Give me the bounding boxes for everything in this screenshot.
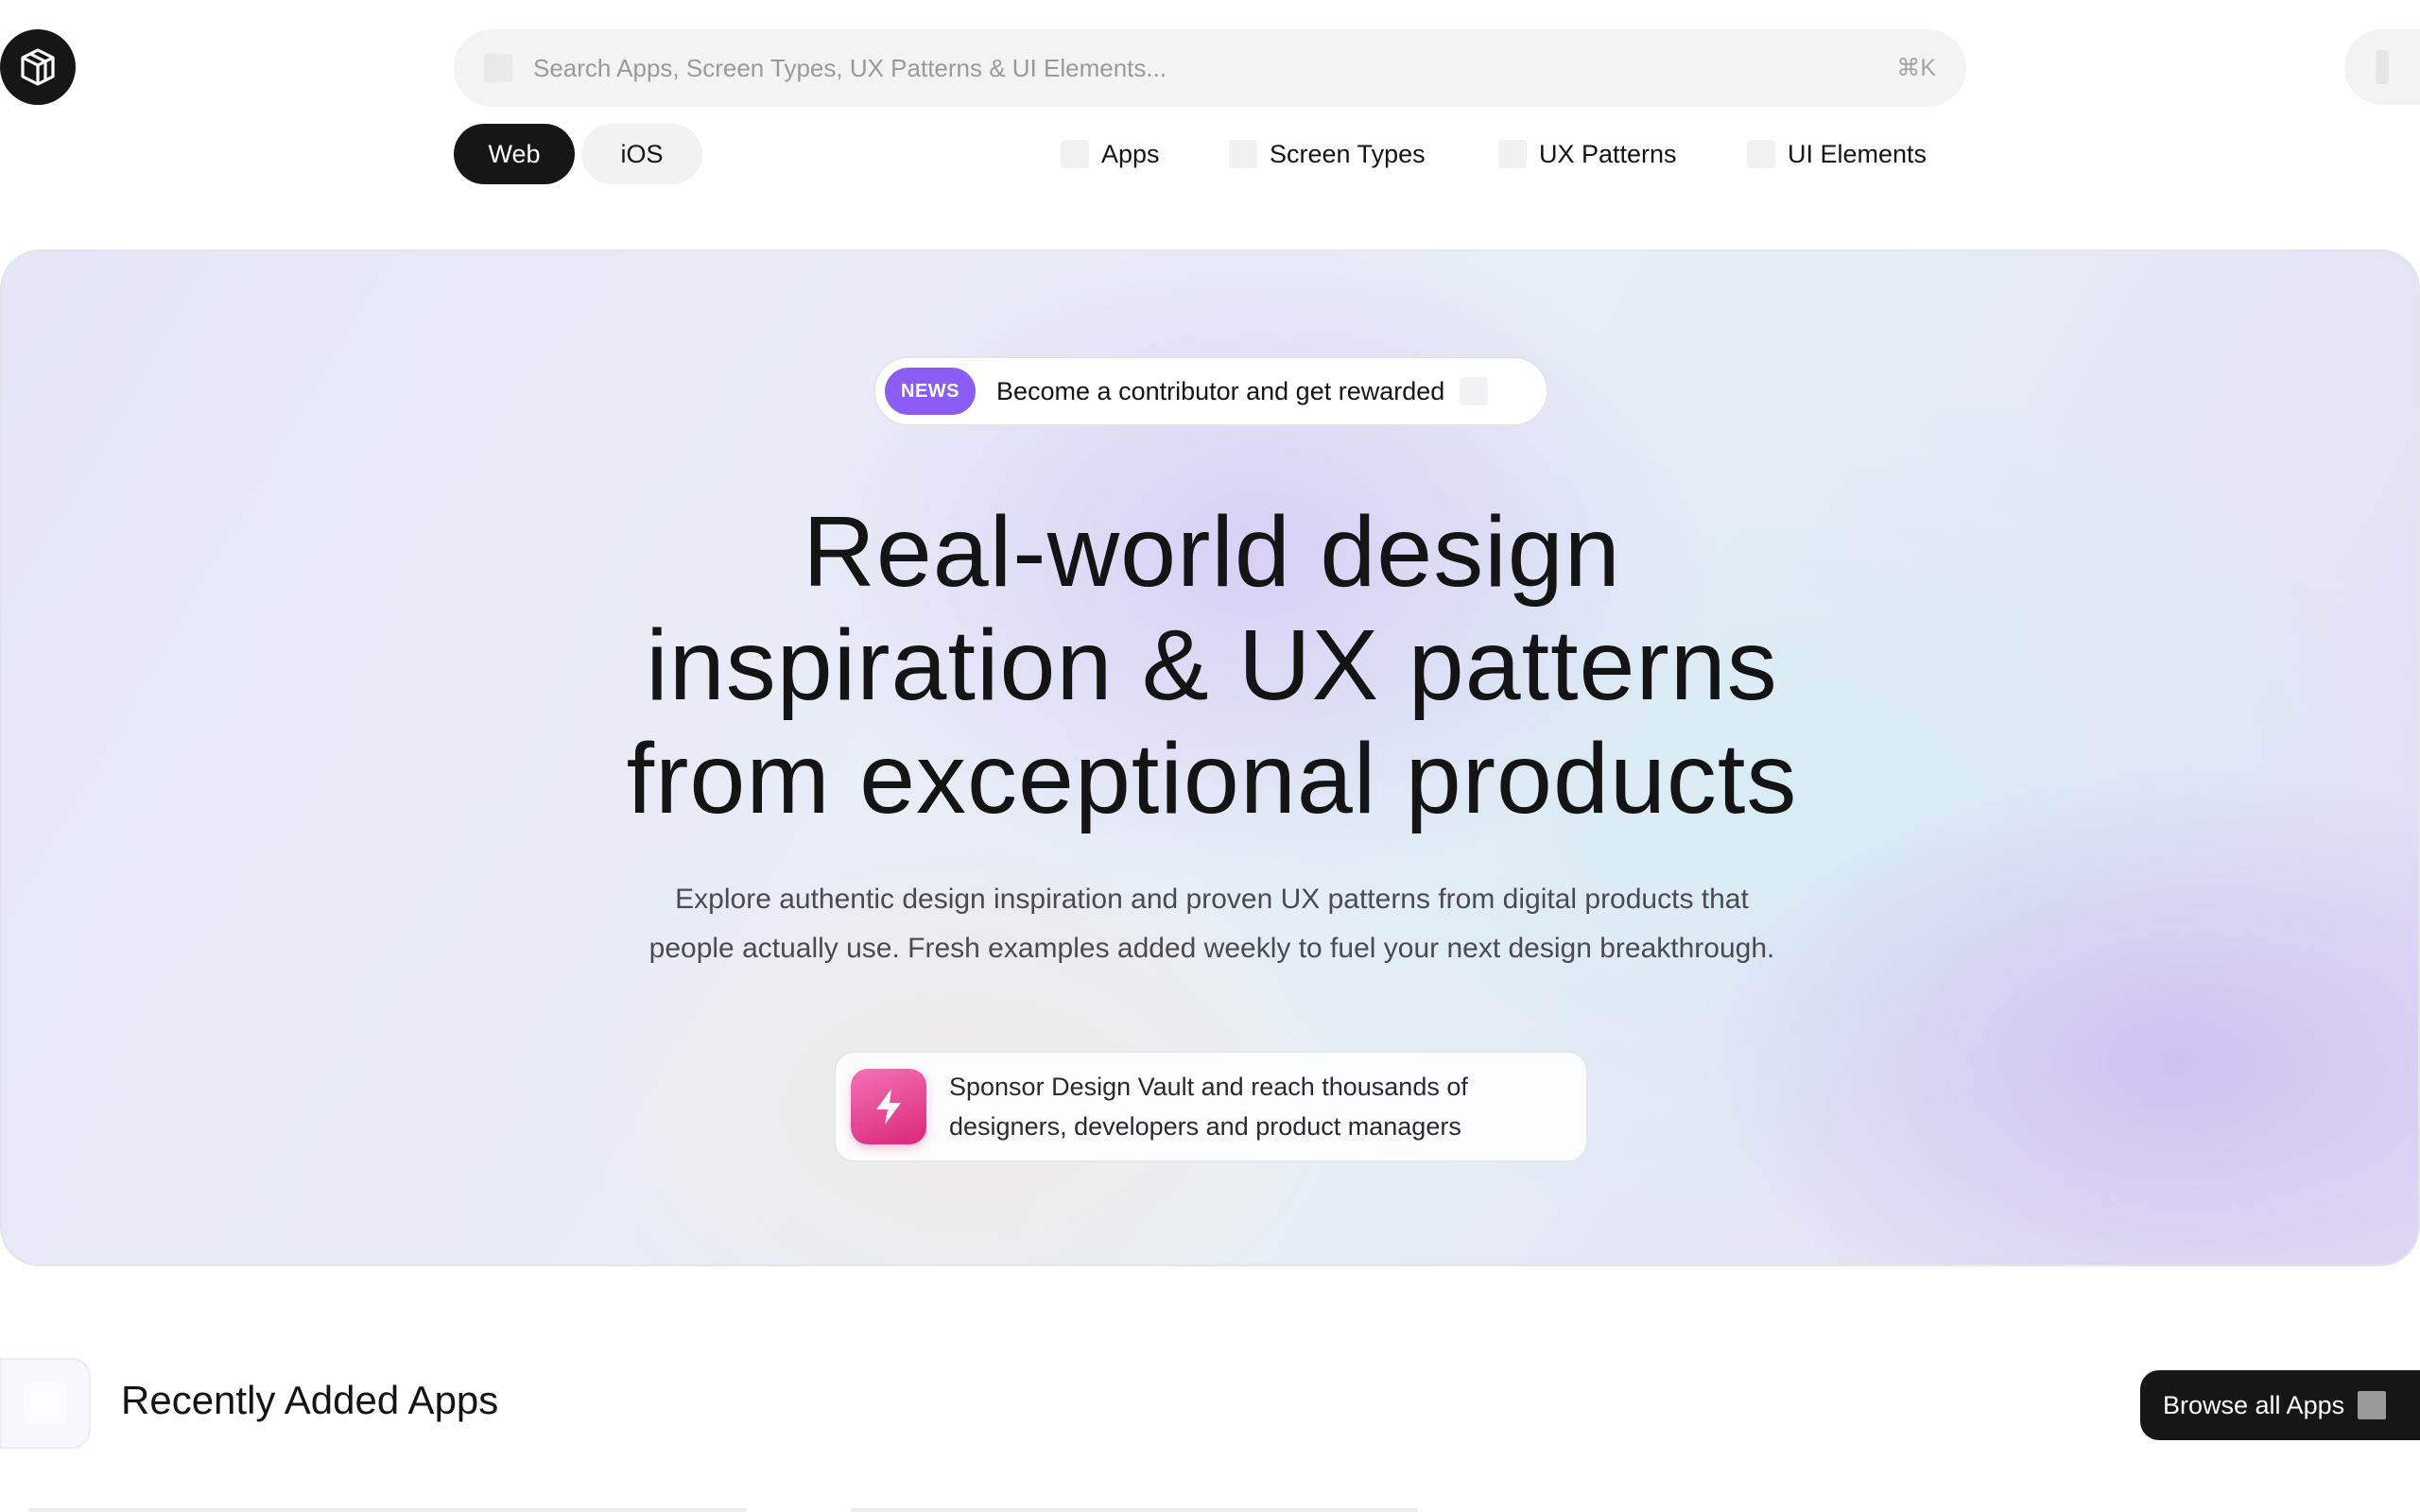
news-badge: NEWS: [885, 368, 976, 415]
lightning-bolt-icon: [851, 1069, 926, 1144]
section-title: Recently Added Apps: [121, 1378, 499, 1422]
ui-elements-icon: [1747, 140, 1775, 168]
nav-ux-patterns[interactable]: UX Patterns: [1498, 124, 1677, 184]
divider: [28, 1508, 747, 1512]
arrow-right-icon: [1460, 377, 1489, 405]
screen-types-icon: [1229, 140, 1257, 168]
search-icon: [484, 54, 512, 82]
headline-line: from exceptional products: [626, 723, 1798, 834]
nav-apps[interactable]: Apps: [1061, 124, 1160, 184]
subtitle-line: Explore authentic design inspiration and…: [675, 884, 1749, 915]
hero-section: NEWS Become a contributor and get reward…: [0, 249, 2420, 1266]
nav-apps-label: Apps: [1101, 139, 1160, 168]
apps-icon: [1061, 140, 1089, 168]
logo[interactable]: [0, 29, 76, 105]
hero-subtitle: Explore authentic design inspiration and…: [531, 875, 1893, 973]
tab-ios[interactable]: iOS: [581, 124, 702, 184]
nav-ux-patterns-label: UX Patterns: [1539, 139, 1677, 168]
browse-all-apps-button[interactable]: Browse all Apps: [2140, 1370, 2420, 1440]
headline-line: inspiration & UX patterns: [646, 610, 1778, 721]
ux-patterns-icon: [1498, 140, 1527, 168]
news-banner[interactable]: NEWS Become a contributor and get reward…: [873, 356, 1548, 426]
nav-ui-elements[interactable]: UI Elements: [1747, 124, 1927, 184]
hero-headline: Real-world design inspiration & UX patte…: [361, 495, 2063, 835]
search-shortcut: ⌘K: [1896, 55, 1936, 81]
nav-screen-types-label: Screen Types: [1270, 139, 1426, 168]
news-text: Become a contributor and get rewarded: [996, 376, 1445, 405]
sponsor-text: Sponsor Design Vault and reach thousands…: [949, 1067, 1468, 1146]
search-input[interactable]: [531, 52, 1897, 84]
divider: [851, 1508, 1418, 1512]
sponsor-card[interactable]: Sponsor Design Vault and reach thousands…: [834, 1051, 1588, 1162]
recent-apps-icon: [0, 1358, 91, 1449]
arrow-icon: [2358, 1391, 2387, 1419]
nav-ui-elements-label: UI Elements: [1788, 139, 1927, 168]
headline-line: Real-world design: [803, 496, 1621, 608]
tab-web[interactable]: Web: [454, 124, 575, 184]
sponsor-line: designers, developers and product manage…: [949, 1112, 1461, 1141]
menu-icon: [2376, 50, 2389, 84]
search-bar[interactable]: ⌘K: [454, 29, 1966, 107]
cube-logo-icon: [21, 48, 55, 86]
user-menu-button[interactable]: [2344, 29, 2420, 105]
subtitle-line: people actually use. Fresh examples adde…: [648, 933, 1775, 964]
browse-all-apps-label: Browse all Apps: [2163, 1390, 2345, 1419]
sponsor-line: Sponsor Design Vault and reach thousands…: [949, 1073, 1468, 1101]
nav-screen-types[interactable]: Screen Types: [1229, 124, 1426, 184]
